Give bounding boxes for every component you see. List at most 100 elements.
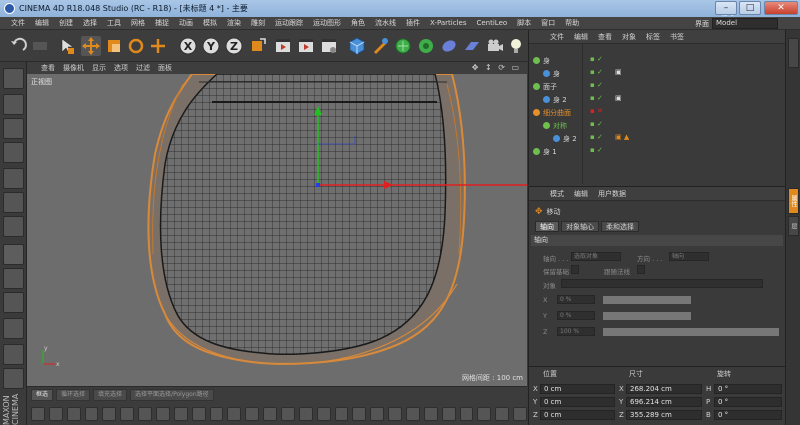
tab-object-axis[interactable]: 对象轴心 <box>561 221 599 232</box>
visibility-check-icon[interactable]: ▪ ✓ <box>590 94 603 102</box>
tool-icon[interactable] <box>227 407 242 421</box>
obj-menu-object[interactable]: 对象 <box>617 32 641 42</box>
attr-menu-userdata[interactable]: 用户数据 <box>593 189 631 199</box>
object-row[interactable]: 对称 <box>529 119 786 132</box>
object-row[interactable]: 身 <box>529 54 786 67</box>
menu-simulate[interactable]: 模拟 <box>198 18 222 28</box>
keep-base-checkbox[interactable] <box>571 265 579 274</box>
light-bulb-icon[interactable] <box>506 36 526 56</box>
subdivision-surface-icon[interactable] <box>393 36 413 56</box>
obj-menu-view[interactable]: 查看 <box>593 32 617 42</box>
viewport-menu-filter[interactable]: 过滤 <box>132 63 154 73</box>
menu-sculpt[interactable]: 雕刻 <box>246 18 270 28</box>
deformer-icon[interactable] <box>439 36 459 56</box>
maximize-button[interactable]: □ <box>739 1 761 15</box>
tool-icon[interactable] <box>66 407 81 421</box>
magnet-icon[interactable] <box>3 344 24 365</box>
size-x-input[interactable]: 268.204 cm <box>626 384 702 394</box>
tab-layers[interactable]: 层 <box>788 216 799 236</box>
floor-environment-icon[interactable] <box>462 36 482 56</box>
menu-snap[interactable]: 捕捉 <box>150 18 174 28</box>
tool-icon[interactable] <box>102 407 117 421</box>
tool-icon[interactable] <box>173 407 188 421</box>
menu-character[interactable]: 角色 <box>346 18 370 28</box>
tool-icon[interactable] <box>209 407 224 421</box>
object-row[interactable]: 细分曲面 <box>529 106 786 119</box>
menu-script[interactable]: 脚本 <box>512 18 536 28</box>
material-tag-icon[interactable]: ▣ <box>615 68 622 76</box>
make-editable-icon[interactable] <box>3 68 24 89</box>
tab-attributes[interactable]: 属性 <box>788 188 799 214</box>
position-z-input[interactable]: 0 cm <box>540 410 615 420</box>
y-percent-input[interactable]: 0 % <box>557 311 595 320</box>
tool-icon[interactable] <box>120 407 135 421</box>
object-row[interactable]: 面子 <box>529 80 786 93</box>
tool-icon[interactable] <box>334 407 349 421</box>
mograph-cloner-icon[interactable] <box>416 36 436 56</box>
obj-menu-edit[interactable]: 编辑 <box>569 32 593 42</box>
tool-icon[interactable] <box>156 407 170 421</box>
scale-tool-icon[interactable] <box>104 36 124 56</box>
menu-help[interactable]: 帮助 <box>560 18 584 28</box>
visibility-check-icon[interactable]: ▪ ✓ <box>590 120 603 128</box>
menu-tools[interactable]: 工具 <box>102 18 126 28</box>
tool-icon[interactable] <box>388 407 403 421</box>
tweak-mode-icon[interactable] <box>3 268 24 289</box>
object-row[interactable]: 身 1 <box>529 145 786 158</box>
tool-icon[interactable] <box>316 407 331 421</box>
move-tool-icon[interactable] <box>81 36 101 56</box>
viewport-nav-icons[interactable]: ✥ ↕ ⟳ ▭ <box>472 63 521 72</box>
menu-window[interactable]: 窗口 <box>536 18 560 28</box>
tool-icon[interactable] <box>513 407 528 421</box>
workplane-lock-icon[interactable] <box>3 318 24 339</box>
tool-icon[interactable] <box>263 407 278 421</box>
object-row[interactable]: 身 2 <box>529 132 786 145</box>
warning-tag-icon[interactable]: ▣ ▲ <box>615 133 629 141</box>
polygons-mode-icon[interactable] <box>3 216 24 237</box>
snap-icon[interactable] <box>3 292 24 313</box>
tab-axis[interactable]: 轴向 <box>535 221 559 232</box>
viewport-menu-camera[interactable]: 摄像机 <box>59 63 88 73</box>
menu-pipeline[interactable]: 流水线 <box>370 18 401 28</box>
follow-normal-checkbox[interactable] <box>637 265 645 274</box>
object-link-field[interactable] <box>561 279 763 288</box>
object-row[interactable]: 身 2 <box>529 93 786 106</box>
render-view-icon[interactable] <box>273 36 293 56</box>
axis-select[interactable]: 选取对象 <box>571 252 621 261</box>
obj-menu-tags[interactable]: 标签 <box>641 32 665 42</box>
menu-plugins[interactable]: 插件 <box>401 18 425 28</box>
loop-select-button[interactable]: 循环选择 <box>56 389 91 401</box>
select-arrow-icon[interactable] <box>58 36 78 56</box>
viewport-menu-options[interactable]: 选项 <box>110 63 132 73</box>
viewport-menu-view[interactable]: 查看 <box>37 63 59 73</box>
tool-icon[interactable] <box>31 407 45 421</box>
tool-icon[interactable] <box>352 407 367 421</box>
grid-snap-icon[interactable] <box>3 368 24 389</box>
path-select-button[interactable]: 选择平面选择/Polygon路径 <box>130 389 214 401</box>
cube-object-icon[interactable] <box>347 36 367 56</box>
y-slider[interactable] <box>603 312 691 320</box>
rotate-tool-icon[interactable] <box>126 36 146 56</box>
tool-icon[interactable] <box>406 407 420 421</box>
box-select-button[interactable]: 框选 <box>31 389 54 401</box>
coordinate-system-icon[interactable] <box>248 36 268 56</box>
z-percent-input[interactable]: 100 % <box>557 327 595 336</box>
obj-menu-file[interactable]: 文件 <box>545 32 569 42</box>
x-slider[interactable] <box>603 296 691 304</box>
menu-centileo[interactable]: CentiLeo <box>471 19 512 27</box>
pen-spline-icon[interactable] <box>370 36 390 56</box>
tool-icon[interactable] <box>370 407 385 421</box>
menu-motion-tracking[interactable]: 运动跟踪 <box>270 18 308 28</box>
points-mode-icon[interactable] <box>3 168 24 189</box>
tab-soft-selection[interactable]: 柔和选择 <box>601 221 639 232</box>
menu-select[interactable]: 选择 <box>78 18 102 28</box>
viewport-menu-display[interactable]: 显示 <box>88 63 110 73</box>
visibility-check-icon[interactable]: ▪ ✓ <box>590 81 603 89</box>
object-row[interactable]: 身 <box>529 67 786 80</box>
tool-icon[interactable] <box>84 407 99 421</box>
tool-icon[interactable] <box>298 407 313 421</box>
tool-icon[interactable] <box>138 407 153 421</box>
menu-edit[interactable]: 编辑 <box>30 18 54 28</box>
tool-icon[interactable] <box>459 407 474 421</box>
tool-icon[interactable] <box>48 407 63 421</box>
